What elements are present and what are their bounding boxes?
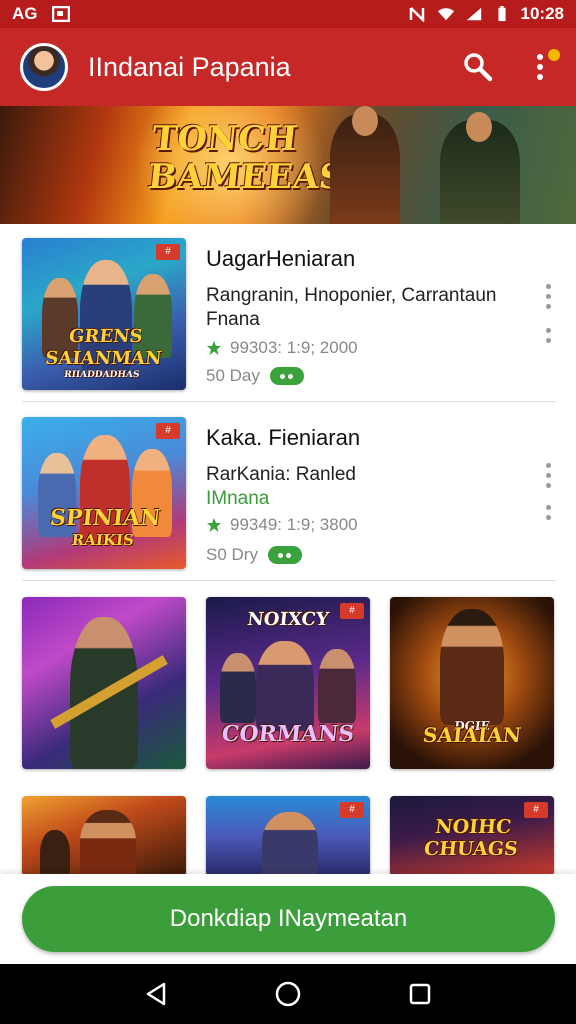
nav-back-button[interactable] [136,974,176,1014]
thumbnail-caption-line2: SAIANMAN [44,348,163,369]
thumbnail-caption-line1: SPINIAN [48,505,162,531]
search-icon [464,53,493,82]
grid-tile[interactable] [22,796,186,876]
status-time: 10:28 [520,4,564,23]
item-title[interactable]: Kaka. Fieniaran [206,425,360,451]
item-price: 50 Day [206,366,304,386]
wifi-icon [437,8,454,21]
banner-title-line2: BAMEEAS [145,157,346,197]
item-subtitle-2: Fnana [206,309,260,330]
thumbnail-badge: # [340,802,364,818]
divider [22,580,556,581]
item-more-icon-secondary[interactable] [544,505,552,520]
more-vert-icon [537,54,543,80]
back-icon [146,982,166,1006]
nav-home-button[interactable] [268,974,308,1014]
banner-hero-left [330,106,400,224]
item-meta: 99303: 1:9; 2000 [206,338,358,358]
price-pill-icon[interactable] [267,546,302,564]
thumbnail-caption-line2: RAIKIS [70,531,135,549]
notification-dot [548,49,560,61]
banner-title: TONCH BAMEEAS [145,119,350,197]
banner-title-line1: TONCH [149,119,300,159]
divider [22,401,556,402]
search-button[interactable] [456,45,500,89]
game-thumbnail[interactable]: # GRENS SAIANMAN RIIADDADHAS [22,238,186,390]
thumbnail-badge: # [156,423,180,439]
recents-icon [409,983,431,1005]
featured-banner[interactable]: TONCH BAMEEAS [0,106,576,224]
item-more-icon-secondary[interactable] [544,328,552,343]
nav-recents-button[interactable] [400,974,440,1014]
primary-action-button[interactable]: Donkdiap INaymeatan [22,886,555,952]
status-bar: AG 10:28 [0,0,576,28]
price-pill-icon[interactable] [269,367,304,385]
item-meta-text: 99349: 1:9; 3800 [230,515,358,534]
home-icon [275,981,301,1007]
list-item[interactable]: # GRENS SAIANMAN RIIADDADHAS UagarHeniar… [0,224,576,402]
battery-icon [497,6,506,22]
cta-area: Donkdiap INaymeatan [0,874,576,964]
thumbnail-caption-line1: GRENS [67,326,144,347]
thumbnail-badge: # [156,244,180,260]
grid-tile[interactable]: # NOIXCY CORMANS [206,597,370,769]
nfc-icon [409,7,424,22]
grid-tile-caption: SAIAIAN [421,723,523,747]
grid-tile[interactable]: DGIE SAIAIAN [390,597,554,769]
item-price: S0 Dry [206,545,302,565]
item-title[interactable]: UagarHeniaran [206,246,355,272]
thumbnail-caption: SPINIAN RAIKIS [22,505,186,551]
item-meta-text: 99303: 1:9; 2000 [230,338,358,357]
banner-hero-right [440,112,520,224]
game-thumbnail[interactable]: # SPINIAN RAIKIS [22,417,186,569]
item-meta: 99349: 1:9; 3800 [206,515,358,535]
thumbnail-caption: GRENS SAIANMAN RIIADDADHAS [22,326,186,380]
item-more-icon[interactable] [544,463,552,488]
status-left-text: AG [12,4,38,23]
rating-icon [207,341,221,355]
image-notification-icon [51,6,70,22]
page-title: IIndanai Papania [88,51,291,82]
thumbnail-caption-line3: RIIADDADHAS [63,370,140,380]
avatar[interactable] [20,43,68,91]
item-price-text: 50 Day [206,366,260,385]
signal-icon [466,7,481,21]
item-subtitle: RarKania: Ranled [206,464,356,485]
item-price-text: S0 Dry [206,545,258,564]
grid-tile-caption: NOIHC CHUAGS [422,816,519,860]
item-subtitle: Rangranin, Hnoponier, Carrantaun [206,285,497,306]
item-more-icon[interactable] [544,284,552,309]
grid-tile[interactable]: # NOIHC CHUAGS [390,796,554,876]
grid-tile-caption-top: NOIXCY [246,609,330,630]
list-item[interactable]: # SPINIAN RAIKIS Kaka. Fieniaran RarKani… [0,403,576,581]
rating-icon [207,518,221,532]
system-nav-bar [0,964,576,1024]
more-options-button[interactable] [518,45,562,89]
grid-tile[interactable]: # [206,796,370,876]
grid-tile[interactable] [22,597,186,769]
app-bar: IIndanai Papania [0,28,576,106]
grid-tile-caption: CORMANS [220,721,356,747]
item-subtitle-2: IMnana [206,488,270,509]
